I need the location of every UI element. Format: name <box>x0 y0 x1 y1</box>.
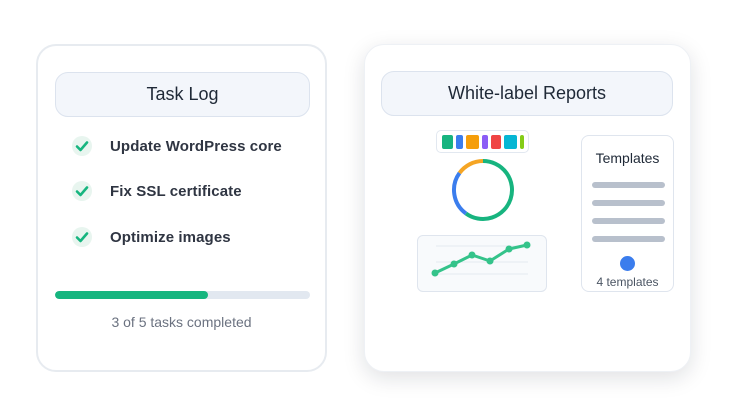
template-line <box>592 236 665 242</box>
task-label: Optimize images <box>110 228 231 246</box>
color-swatch <box>456 134 463 149</box>
donut-segment <box>457 159 484 175</box>
color-swatch <box>482 134 488 149</box>
task-progress-text: 3 of 5 tasks completed <box>111 314 252 330</box>
color-swatch <box>442 134 453 149</box>
template-line <box>592 182 665 188</box>
template-line <box>592 218 665 224</box>
color-swatch <box>504 134 517 149</box>
reports-card[interactable]: White-label Reports Templates 4 template… <box>364 44 691 372</box>
task-progress-bar <box>55 291 310 299</box>
task-label: Fix SSL certificate <box>110 182 242 200</box>
donut-chart-icon <box>452 159 514 221</box>
check-icon <box>72 136 92 156</box>
task-log-title: Task Log <box>55 72 310 117</box>
template-line <box>592 200 665 206</box>
task-item[interactable]: Optimize images <box>72 227 231 247</box>
task-label: Update WordPress core <box>110 137 282 155</box>
donut-segment <box>464 159 514 221</box>
task-log-card: Task Log Update WordPress core Fix SSL c… <box>36 44 327 372</box>
color-swatch <box>520 134 524 149</box>
templates-count: 4 templates <box>596 275 659 289</box>
check-icon <box>72 227 92 247</box>
templates-panel[interactable]: Templates 4 templates <box>581 135 674 292</box>
trend-chart-preview <box>417 235 547 292</box>
check-icon <box>72 181 92 201</box>
reports-title: White-label Reports <box>381 71 673 116</box>
donut-segment <box>452 171 468 216</box>
task-progress-fill <box>55 291 208 299</box>
color-swatch <box>491 134 501 149</box>
templates-title: Templates <box>595 150 660 166</box>
color-swatch <box>466 134 479 149</box>
line-chart-icon <box>431 241 531 277</box>
template-indicator-dot <box>620 256 635 271</box>
task-item[interactable]: Update WordPress core <box>72 136 282 156</box>
task-item[interactable]: Fix SSL certificate <box>72 181 242 201</box>
color-palette-swatches <box>436 130 529 153</box>
